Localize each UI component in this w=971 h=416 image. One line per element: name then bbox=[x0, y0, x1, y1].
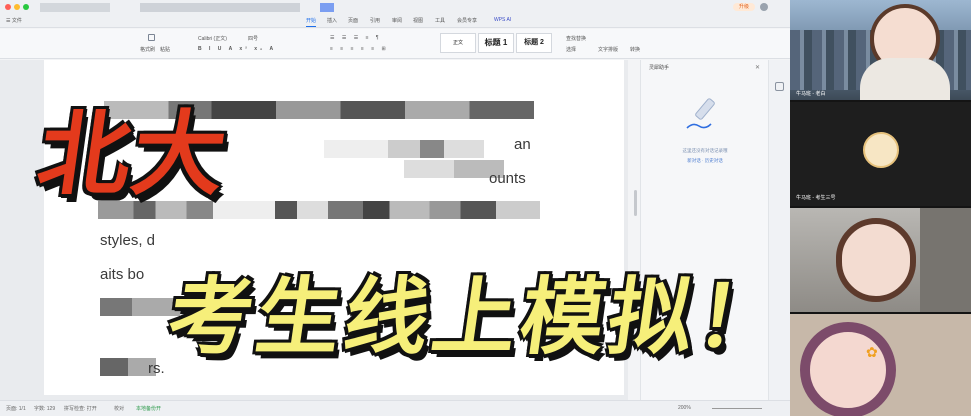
paragraph-list-buttons[interactable]: ☰ ☰ ☰ ≡ ¶ bbox=[330, 35, 382, 41]
title-bar: 升级 bbox=[0, 0, 790, 14]
format-painter-label[interactable]: 格式刷 bbox=[140, 46, 155, 53]
text-layout-button[interactable]: 文字排版 bbox=[598, 46, 618, 53]
screen: 升级 ☰ 文件 开始 插入 页面 引用 审阅 视图 工具 会员专享 WPS AI… bbox=[0, 0, 971, 416]
subheadline-banner: 考生线上模拟！ bbox=[162, 268, 792, 366]
page-count: 页面: 1/1 bbox=[6, 406, 26, 412]
font-name-select[interactable]: Calibri (正文) bbox=[198, 35, 227, 42]
video-tile[interactable]: ✿ bbox=[790, 314, 971, 416]
avatar bbox=[863, 132, 899, 168]
upgrade-badge[interactable]: 升级 bbox=[733, 3, 755, 11]
video-tile[interactable]: 牛马班 - 考生三号 bbox=[790, 102, 971, 206]
pane-actions[interactable]: 新对话 · 历史对话 bbox=[641, 158, 769, 164]
flower-icon: ✿ bbox=[866, 344, 878, 360]
avatar bbox=[800, 322, 896, 416]
select-button[interactable]: 选择 bbox=[566, 46, 576, 53]
doc-fragment: ounts bbox=[489, 170, 526, 187]
participant-name: 牛马班 - 老白 bbox=[796, 91, 826, 97]
wps-ai-tab[interactable]: WPS AI bbox=[494, 17, 511, 23]
style-heading-2[interactable]: 标题 2 bbox=[516, 33, 552, 53]
tab-review[interactable]: 审阅 bbox=[392, 17, 402, 24]
ribbon-toolbar: 格式刷 粘贴 Calibri (正文) 四号 B I U A x² x₂ A ☰… bbox=[0, 29, 790, 59]
blurred-text bbox=[324, 140, 484, 158]
blurred-tab[interactable] bbox=[140, 3, 300, 12]
paste-label[interactable]: 粘贴 bbox=[160, 46, 170, 53]
close-icon[interactable]: ✕ bbox=[755, 64, 760, 71]
convert-button[interactable]: 转换 bbox=[630, 46, 640, 53]
video-tile[interactable] bbox=[790, 208, 971, 312]
pane-title: 灵犀助手 bbox=[649, 65, 670, 71]
sidebar-toggle-icon[interactable] bbox=[775, 82, 784, 91]
close-window-icon[interactable] bbox=[5, 4, 11, 10]
participant-name: 牛马班 - 考生三号 bbox=[796, 195, 836, 201]
alignment-buttons[interactable]: ≡ ≡ ≡ ≡ ≡ ⊞ bbox=[330, 46, 389, 52]
video-tile[interactable]: 牛马班 - 老白 bbox=[790, 0, 971, 100]
zoom-slider[interactable] bbox=[712, 408, 762, 409]
proofread-button[interactable]: 校对 bbox=[114, 405, 124, 412]
tab-member[interactable]: 会员专享 bbox=[457, 17, 477, 24]
font-format-buttons[interactable]: B I U A x² x₂ A bbox=[198, 46, 276, 52]
blurred-text bbox=[100, 298, 180, 316]
ribbon-tabs: ☰ 文件 开始 插入 页面 引用 审阅 视图 工具 会员专享 WPS AI 分享 bbox=[0, 14, 790, 39]
maximize-window-icon[interactable] bbox=[23, 4, 29, 10]
tab-references[interactable]: 引用 bbox=[370, 17, 380, 24]
empty-state-text: 这里还没有对话记录哦 bbox=[682, 148, 728, 153]
blurred-tab-icon bbox=[320, 3, 334, 12]
paste-icon[interactable] bbox=[148, 34, 155, 41]
style-normal[interactable]: 正文 bbox=[440, 33, 476, 53]
zoom-level[interactable]: 200% bbox=[678, 405, 691, 411]
room-wall bbox=[920, 208, 971, 312]
participant-body bbox=[860, 58, 950, 100]
tab-home[interactable]: 开始 bbox=[306, 17, 317, 27]
backup-status[interactable]: 本地备份开 bbox=[136, 405, 161, 412]
word-count[interactable]: 字数: 129 bbox=[34, 405, 55, 412]
find-replace-button[interactable]: 查找替换 bbox=[566, 35, 586, 42]
doc-fragment: aits bo bbox=[100, 266, 145, 283]
font-size-select[interactable]: 四号 bbox=[248, 35, 258, 42]
spellcheck-status[interactable]: 拼写检查: 打开 bbox=[64, 405, 97, 412]
tab-view[interactable]: 视图 bbox=[413, 17, 423, 24]
tab-insert[interactable]: 插入 bbox=[327, 17, 337, 24]
status-bar: 页面: 1/1 字数: 129 拼写检查: 打开 校对 本地备份开 200% bbox=[0, 400, 790, 416]
tab-tools[interactable]: 工具 bbox=[435, 17, 445, 24]
doc-fragment: an bbox=[514, 136, 531, 153]
blurred-tab[interactable] bbox=[40, 3, 110, 12]
video-gallery: 牛马班 - 老白 牛马班 - 考生三号 ✿ bbox=[790, 0, 971, 416]
doc-fragment: styles, d bbox=[100, 232, 156, 249]
scrollbar[interactable] bbox=[634, 190, 637, 216]
headline-banner: 北大 bbox=[31, 101, 235, 208]
avatar bbox=[836, 218, 916, 302]
menu-icon[interactable]: ☰ 文件 bbox=[6, 17, 22, 24]
minimize-window-icon[interactable] bbox=[14, 4, 20, 10]
style-heading-1[interactable]: 标题 1 bbox=[478, 33, 514, 53]
avatar[interactable] bbox=[760, 3, 768, 11]
empty-state-illustration bbox=[686, 98, 715, 129]
tab-page[interactable]: 页面 bbox=[348, 17, 358, 24]
